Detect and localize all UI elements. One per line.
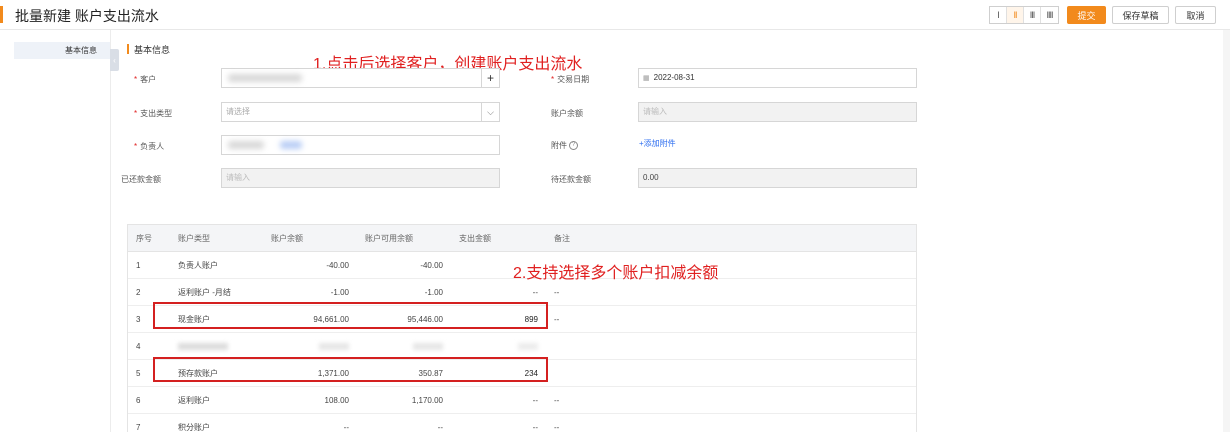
section-accent-bar [127,44,129,54]
add-attachment-link[interactable]: +添加附件 [639,138,676,149]
cell-note[interactable]: -- [546,306,916,332]
cell-available: -- [437,422,443,432]
column-header: 账户可用余额 [365,233,413,243]
section-title: 基本信息 [134,45,171,55]
repaid-amount-label: 已还款金额 [121,175,161,184]
title-accent-bar [0,6,3,23]
required-mark: * [134,75,138,84]
layout-2-column-icon[interactable]: II [1007,7,1024,23]
customer-label: * 客户 [134,75,157,84]
layout-3-column-icon[interactable]: III [1024,7,1041,23]
attachment-label: 附件? [551,140,578,151]
redacted-customer-name [228,74,302,82]
column-header: 账户类型 [178,233,210,243]
cell-no: 1 [136,260,141,270]
save-draft-button[interactable]: 保存草稿 [1112,6,1169,24]
cell-balance [263,333,357,359]
trade-date-label: * 交易日期 [551,75,590,84]
required-mark: * [551,75,555,84]
redacted-text [518,342,538,350]
cell-available: -40.00 [420,260,443,270]
customer-field[interactable] [221,68,500,88]
cell-available: 1,170.00 [411,395,443,405]
collapse-sidebar-button[interactable]: ‹ [110,49,119,71]
cell-balance: -40.00 [326,260,349,270]
page-header: 批量新建 账户支出流水 I II III IIII 提交 保存草稿 取消 [0,0,1230,30]
owner-label: * 负责人 [134,142,165,151]
sidebar-item-basic-info[interactable]: 基本信息 [14,42,110,59]
layout-1-column-icon[interactable]: I [990,7,1007,23]
highlight-prepaid-account-row [153,357,548,382]
owner-field[interactable] [221,135,500,155]
cell-balance: -- [343,422,349,432]
column-header: 备注 [554,233,570,243]
calendar-icon: ▦ [643,75,650,82]
cell-note[interactable] [546,333,916,359]
cell-available [357,333,451,359]
layout-4-column-icon[interactable]: IIII [1041,7,1058,23]
cell-type [170,333,263,359]
submit-button[interactable]: 提交 [1067,6,1106,24]
table-row[interactable]: 4 [128,333,916,360]
expense-type-select[interactable]: 请选择 [221,102,500,122]
redacted-owner-name [228,141,264,149]
cell-no: 6 [136,395,141,405]
redacted-owner-tag [280,141,302,149]
cell-note[interactable]: -- [546,414,916,432]
chevron-down-icon[interactable]: ⌵ [481,102,499,122]
annotation-step2: 2.支持选择多个账户扣减余额 [513,265,719,282]
redacted-text [319,342,349,350]
required-mark: * [134,109,138,118]
column-header: 序号 [136,233,152,243]
cancel-button[interactable]: 取消 [1175,6,1216,24]
column-header: 支出金额 [459,233,491,243]
help-icon[interactable]: ? [569,141,578,151]
table-row[interactable]: 7 积分账户 -- -- -- -- [128,414,916,432]
chevron-left-icon: ‹ [113,55,116,65]
cell-no: 7 [136,422,141,432]
sidebar-divider [110,30,111,432]
plus-icon: + [486,71,494,85]
repaid-amount-field: 请输入 [221,168,500,188]
cell-balance: 108.00 [324,395,349,405]
cell-type: 负责人账户 [178,260,218,270]
pending-amount-label: 待还款金额 [551,175,591,184]
redacted-text [413,342,443,350]
table-row[interactable]: 6 返利账户 108.00 1,170.00 -- -- [128,387,916,414]
cell-type: 积分账户 [178,422,210,432]
cell-note[interactable]: -- [546,387,916,413]
pending-amount-field: 0.00 [638,168,917,188]
required-mark: * [134,142,138,151]
account-balance-field: 请输入 [638,102,917,122]
redacted-text [178,342,228,350]
select-customer-button[interactable]: + [481,68,499,88]
page-scrollbar[interactable] [1223,30,1230,432]
cell-expense[interactable]: -- [451,387,546,413]
cell-expense[interactable] [451,333,546,359]
expense-type-label: * 支出类型 [134,109,173,118]
cell-type: 返利账户 [178,395,210,405]
column-header: 账户余额 [271,233,303,243]
highlight-cash-account-row [153,302,548,329]
table-header: 序号 账户类型 账户余额 账户可用余额 支出金额 备注 [128,225,916,252]
cell-note[interactable] [546,360,916,386]
layout-column-toggle: I II III IIII [989,6,1059,24]
cell-expense[interactable]: -- [451,414,546,432]
page-title: 批量新建 账户支出流水 [15,8,159,24]
account-balance-label: 账户余额 [551,109,583,118]
cell-no: 4 [136,341,141,351]
trade-date-field[interactable]: ▦ 2022-08-31 [638,68,917,88]
